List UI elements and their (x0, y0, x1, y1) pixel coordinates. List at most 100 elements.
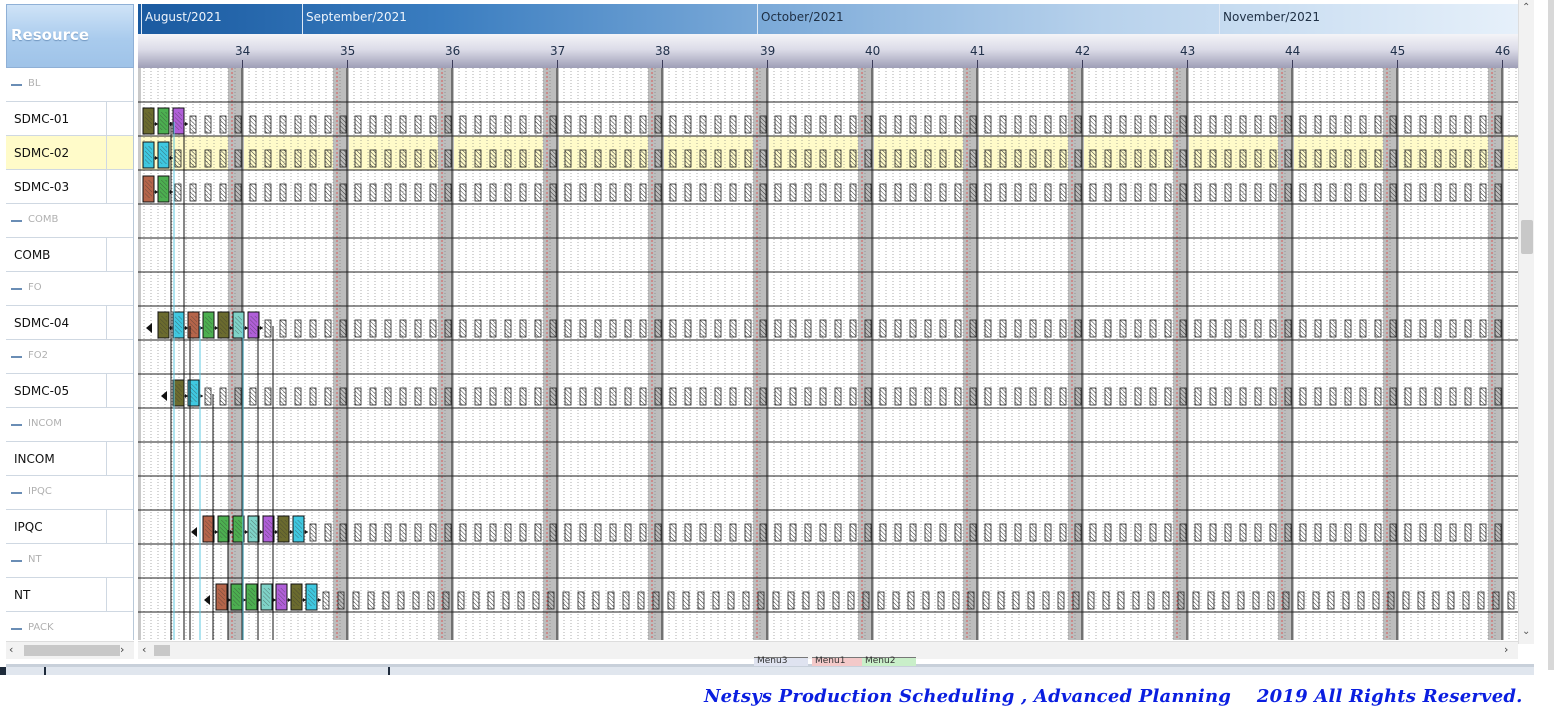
idle-slot (1014, 319, 1022, 338)
idle-slot (474, 149, 482, 168)
idle-slot (714, 183, 722, 202)
resource-column-header[interactable]: Resource (6, 4, 134, 68)
idle-slot (1432, 591, 1440, 610)
idle-slot (519, 319, 527, 338)
idle-slot (924, 183, 932, 202)
idle-slot (804, 149, 812, 168)
scroll-up-icon[interactable]: ⌃ (1522, 2, 1530, 13)
resource-row-ipqc[interactable]: IPQC (6, 476, 133, 510)
idle-slot (1254, 149, 1262, 168)
idle-slot (504, 523, 512, 542)
idle-slot (369, 183, 377, 202)
idle-slot (1404, 387, 1412, 406)
idle-slot (1059, 183, 1067, 202)
idle-slot (1014, 149, 1022, 168)
collapse-icon[interactable] (11, 560, 22, 562)
idle-slot (697, 591, 705, 610)
resource-row-ipqc[interactable]: IPQC (6, 510, 133, 544)
idle-slot (564, 523, 572, 542)
gantt-scroll-left-icon[interactable]: ‹ (142, 643, 146, 656)
idle-slot (1104, 115, 1112, 134)
idle-slot (684, 149, 692, 168)
idle-slot (399, 523, 407, 542)
resource-row-sdmc-03[interactable]: SDMC-03 (6, 170, 133, 204)
collapse-icon[interactable] (11, 424, 22, 426)
resource-row-comb[interactable]: COMB (6, 204, 133, 238)
gantt-scroll-thumb[interactable] (154, 645, 170, 656)
legend-menu1[interactable]: Menu1 (812, 657, 862, 666)
gantt-chart-area[interactable] (138, 68, 1518, 640)
task-bar-hatch (145, 180, 152, 198)
resource-row-incom[interactable]: INCOM (6, 442, 133, 476)
idle-slot (1374, 183, 1382, 202)
collapse-icon[interactable] (11, 288, 22, 290)
idle-slot (547, 591, 555, 610)
resource-row-sdmc-04[interactable]: SDMC-04 (6, 306, 133, 340)
idle-slot (1164, 387, 1172, 406)
resource-label: SDMC-05 (14, 384, 70, 398)
collapse-icon[interactable] (11, 220, 22, 222)
scroll-down-icon[interactable]: ⌄ (1522, 626, 1530, 637)
idle-slot (879, 115, 887, 134)
resource-row-nt[interactable]: NT (6, 544, 133, 578)
idle-slot (1194, 149, 1202, 168)
resource-row-sdmc-05[interactable]: SDMC-05 (6, 374, 133, 408)
vertical-scrollbar[interactable]: ⌃ ⌄ (1518, 0, 1534, 644)
resource-label: INCOM (28, 418, 62, 429)
idle-slot (1299, 115, 1307, 134)
resource-scroll-thumb[interactable] (24, 645, 120, 656)
idle-slot (1044, 183, 1052, 202)
resource-horizontal-scrollbar[interactable]: ‹ › (6, 641, 134, 659)
gantt-svg[interactable] (138, 68, 1518, 640)
idle-slot (594, 319, 602, 338)
resource-row-incom[interactable]: INCOM (6, 408, 133, 442)
idle-slot (1104, 387, 1112, 406)
scroll-right-icon[interactable]: › (120, 643, 124, 656)
task-bar-hatch (205, 520, 212, 538)
legend-menu3[interactable]: Menu3 (754, 657, 808, 666)
collapse-icon[interactable] (11, 356, 22, 358)
idle-slot (849, 319, 857, 338)
resource-row-bl[interactable]: BL (6, 68, 133, 102)
idle-slot (1479, 149, 1487, 168)
idle-slot (669, 149, 677, 168)
idle-slot (879, 523, 887, 542)
idle-slot (1057, 591, 1065, 610)
idle-slot (369, 319, 377, 338)
resource-row-pack[interactable]: PACK (6, 612, 133, 640)
vertical-scroll-thumb[interactable] (1521, 220, 1533, 254)
resource-row-sdmc-02[interactable]: SDMC-02 (6, 136, 133, 170)
idle-slot (564, 149, 572, 168)
collapse-icon[interactable] (11, 628, 22, 630)
legend-menu2[interactable]: Menu2 (862, 657, 916, 666)
resource-row-comb[interactable]: COMB (6, 238, 133, 272)
task-link-arrow (185, 122, 188, 126)
idle-slot (549, 523, 557, 542)
month-label: August/2021 (141, 4, 302, 34)
footer-copyright: Netsys Production Scheduling , Advanced … (704, 686, 1523, 707)
resource-row-fo2[interactable]: FO2 (6, 340, 133, 374)
idle-slot (487, 591, 495, 610)
scroll-left-icon[interactable]: ‹ (9, 643, 13, 656)
idle-slot (1419, 319, 1427, 338)
resource-row-nt[interactable]: NT (6, 578, 133, 612)
idle-slot (759, 115, 767, 134)
idle-slot (412, 591, 420, 610)
resource-row-fo[interactable]: FO (6, 272, 133, 306)
idle-slot (1254, 523, 1262, 542)
gantt-scroll-right-icon[interactable]: › (1504, 643, 1508, 656)
idle-slot (429, 115, 437, 134)
idle-slot (1374, 523, 1382, 542)
idle-slot (624, 115, 632, 134)
idle-slot (354, 183, 362, 202)
idle-slot (849, 115, 857, 134)
idle-slot (1357, 591, 1365, 610)
collapse-icon[interactable] (11, 492, 22, 494)
resource-row-sdmc-01[interactable]: SDMC-01 (6, 102, 133, 136)
idle-slot (624, 523, 632, 542)
collapse-icon[interactable] (11, 84, 22, 86)
idle-slot (1449, 149, 1457, 168)
idle-slot (1104, 319, 1112, 338)
idle-slot (834, 523, 842, 542)
idle-slot (1344, 523, 1352, 542)
